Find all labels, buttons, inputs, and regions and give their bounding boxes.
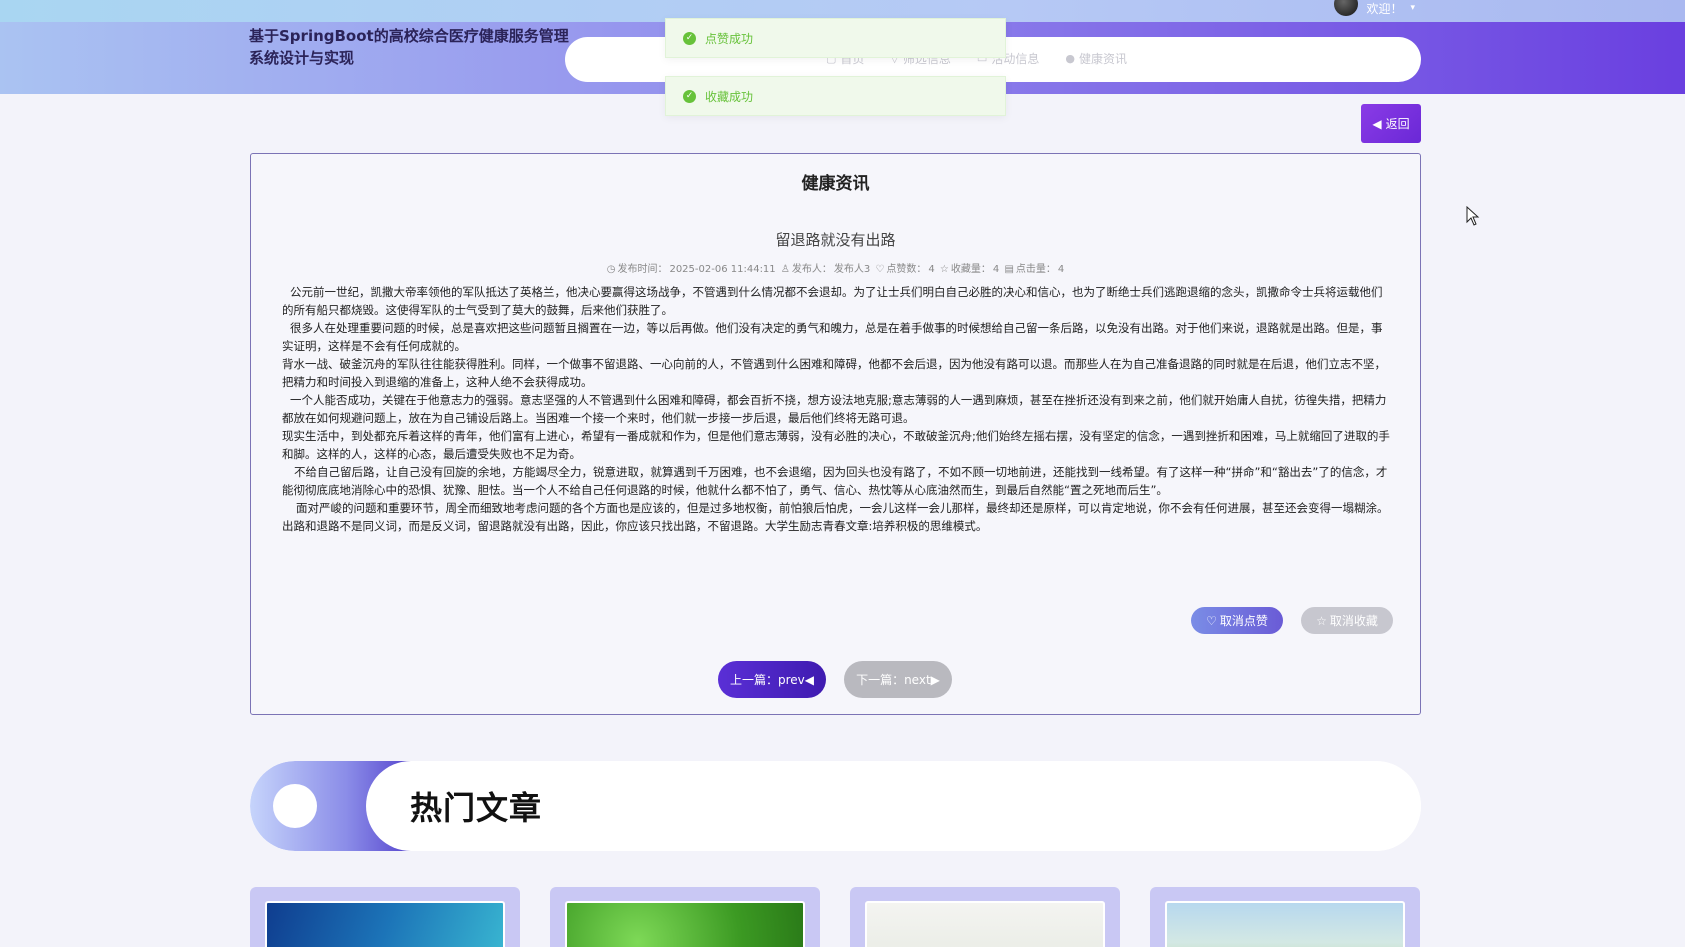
favorites-label: 收藏量： (950, 264, 991, 275)
toast-message: 点赞成功 (705, 31, 754, 46)
article-title: 留退路就没有出路 (775, 231, 896, 249)
clicks-label: 点击量： (1015, 264, 1056, 275)
star-icon: ☆ (1316, 613, 1327, 628)
caret-left-icon: ◀ (804, 672, 814, 687)
unfavorite-button-label: 取消收藏 (1329, 614, 1378, 628)
check-circle-icon: ✓ (683, 89, 696, 103)
article-paragraph: 不给自己留后路，让自己没有回旋的余地，方能竭尽全力，锐意进取，就算遇到千万困难，… (282, 465, 1388, 497)
publisher-label: 发布人： (791, 264, 832, 275)
site-title: 基于SpringBoot的高校综合医疗健康服务管理系统设计与实现 (249, 27, 569, 67)
green-leaves-image (565, 901, 805, 947)
clicks-count: 4 (1057, 264, 1065, 275)
check-circle-icon: ✓ (683, 31, 696, 45)
article-content: 公元前一世纪，凯撒大帝率领他的军队抵达了英格兰，他决心要赢得这场战争，不管遇到什… (282, 283, 1392, 535)
article-paragraph: 背水一战、破釜沉舟的军队往往能获得胜利。同样，一个做事不留退路、一心向前的人，不… (282, 357, 1386, 389)
eye-icon: ▤ (1004, 264, 1014, 275)
hot-article-card[interactable] (250, 887, 520, 947)
publisher: 发布人3 (833, 264, 871, 275)
clock-icon: ◷ (606, 264, 616, 275)
back-button[interactable]: ◀ 返回 (1361, 104, 1421, 143)
publish-time: 2025-02-06 11:44:11 (669, 264, 776, 275)
toast-like-success: ✓ 点赞成功 (665, 18, 1006, 58)
welcome-label: 欢迎！ (1366, 1, 1403, 16)
unfavorite-button[interactable]: ☆ 取消收藏 (1301, 607, 1393, 634)
next-article-button[interactable]: 下一篇：next ▶ (844, 661, 952, 698)
toast-favorite-success: ✓ 收藏成功 (665, 76, 1006, 116)
prev-article-button[interactable]: 上一篇：prev ◀ (718, 661, 826, 698)
next-button-label: 下一篇：next (856, 673, 931, 687)
favorites-count: 4 (992, 264, 1000, 275)
publish-time-label: 发布时间： (617, 264, 668, 275)
blue-gradient-image (265, 901, 505, 947)
article-paragraph: 公元前一世纪，凯撒大帝率领他的军队抵达了英格兰，他决心要赢得这场战争，不管遇到什… (282, 285, 1383, 317)
user-menu[interactable]: 欢迎！ ▾ (1334, 0, 1415, 16)
likes-label: 点赞数： (886, 264, 927, 275)
caret-right-icon: ▶ (930, 672, 940, 687)
hot-article-card[interactable] (850, 887, 1120, 947)
article-meta: ◷ 发布时间： 2025-02-06 11:44:11 ♙ 发布人： 发布人3 ♡ 点赞数… (251, 260, 1420, 275)
likes-count: 4 (928, 264, 935, 275)
unlike-button-label: 取消点赞 (1219, 614, 1268, 628)
article-paragraph: 很多人在处理重要问题的时候，总是喜欢把这些问题暂且搁置在一边，等以后再做。他们没… (282, 321, 1383, 353)
plant-sketch-image (865, 901, 1105, 947)
star-icon: ☆ (939, 264, 949, 275)
circle-icon (273, 784, 317, 828)
chevron-down-icon: ▾ (1410, 3, 1415, 13)
user-icon: ♙ (780, 264, 790, 275)
info-icon: ● (1065, 52, 1075, 65)
caret-left-icon: ◀ (1372, 116, 1382, 131)
hot-articles-header: 热门文章 (250, 761, 1421, 851)
hot-article-card[interactable] (1150, 887, 1420, 947)
prev-button-label: 上一篇：prev (729, 673, 805, 687)
article-paragraph: 出路和退路不是同义词，而是反义词，留退路就没有出路，因此，你应该只找出路，不留退… (282, 519, 988, 533)
heart-icon: ♡ (1206, 613, 1217, 628)
section-title: 健康资讯 (801, 174, 870, 194)
hot-article-card[interactable] (550, 887, 820, 947)
toast-message: 收藏成功 (705, 89, 754, 104)
unlike-button[interactable]: ♡ 取消点赞 (1191, 607, 1283, 634)
hot-articles-title: 热门文章 (410, 789, 543, 827)
article-panel: 健康资讯 留退路就没有出路 ◷ 发布时间： 2025-02-06 11:44:11 … (250, 153, 1421, 715)
article-paragraph: 一个人能否成功，关键在于他意志力的强弱。意志坚强的人不管遇到什么困难和障碍，都会… (282, 393, 1387, 425)
avatar[interactable] (1334, 0, 1359, 16)
mouse-cursor-icon (1466, 206, 1480, 226)
nav-item-health-news[interactable]: ● 健康资讯 (1065, 50, 1127, 67)
nav-item-label: 健康资讯 (1078, 52, 1127, 66)
back-button-label: 返回 (1385, 117, 1410, 131)
article-paragraph: 现实生活中，到处都充斥着这样的青年，他们富有上进心，希望有一番成就和作为，但是他… (282, 429, 1390, 461)
thumb-up-icon: ♡ (875, 264, 885, 275)
landscape-image (1165, 901, 1405, 947)
article-paragraph: 面对严峻的问题和重要环节，周全而细致地考虑问题的各个方面也是应该的，但是过多地权… (296, 501, 1389, 515)
